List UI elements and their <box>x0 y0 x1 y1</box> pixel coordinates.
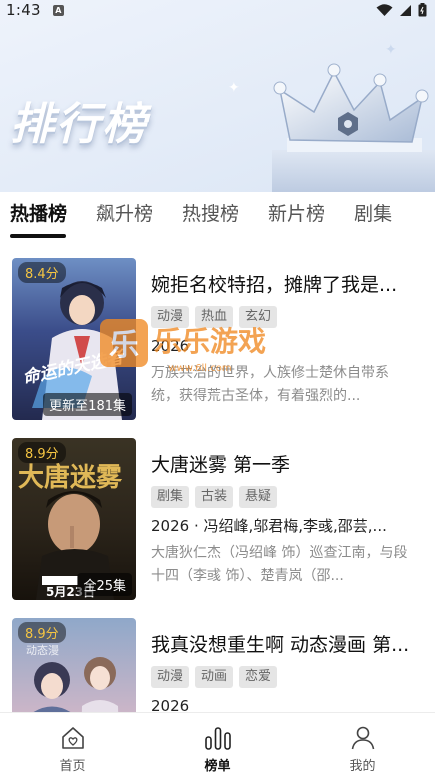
nav-ranking[interactable]: 榜单 <box>145 713 290 779</box>
active-tab-indicator <box>10 233 66 238</box>
poster-image[interactable]: 动态漫 8.9分 <box>12 618 136 712</box>
notification-icon: A <box>52 4 64 16</box>
crown-icon <box>272 63 435 192</box>
tab-hot-search[interactable]: 热搜榜 <box>182 199 239 232</box>
nav-home[interactable]: 首页 <box>0 713 145 779</box>
list-item[interactable]: 大唐迷雾 5月23日 8.9分 全25集 大唐迷雾 第一季 剧集 古装 悬疑 2… <box>0 438 435 603</box>
tag[interactable]: 动画 <box>195 666 234 688</box>
status-bar: 1:43 A <box>0 0 435 20</box>
chart-bars-icon <box>204 727 231 750</box>
tab-hot-play[interactable]: 热播榜 <box>10 199 68 238</box>
person-icon <box>351 726 374 750</box>
sparkle-icon: ✦ <box>228 80 240 96</box>
svg-text:乐: 乐 <box>109 328 139 363</box>
signal-icon <box>400 4 411 16</box>
tab-series[interactable]: 剧集 <box>354 199 392 232</box>
poster-image[interactable]: 大唐迷雾 5月23日 8.9分 全25集 <box>12 438 136 600</box>
watermark-text: 乐乐游戏 <box>154 325 266 358</box>
home-icon <box>61 727 84 749</box>
item-info: 我真没想重生啊 动态漫画 第... 动漫 动画 恋爱 2026 <box>151 618 416 712</box>
tab-label: 飙升榜 <box>96 202 154 225</box>
item-meta: 2026 · 冯绍峰,邬君梅,李彧,邵芸,... <box>151 517 387 535</box>
episodes-badge: 更新至181集 <box>43 393 132 416</box>
nav-label: 榜单 <box>204 759 231 774</box>
poster-title-art: 大唐迷雾 <box>18 462 123 493</box>
tab-label: 剧集 <box>354 202 393 225</box>
tag[interactable]: 古装 <box>195 486 234 508</box>
watermark-logo: 乐 乐乐游戏 www.6ll.com <box>100 319 266 374</box>
score-badge: 8.4分 <box>18 262 66 283</box>
tab-label: 热搜榜 <box>182 202 240 225</box>
banner-title: 排行榜 <box>10 99 148 150</box>
status-time: 1:43 <box>6 1 41 19</box>
tab-new[interactable]: 新片榜 <box>268 199 325 232</box>
score-badge: 8.9分 <box>18 622 66 643</box>
score-badge: 8.9分 <box>18 442 66 463</box>
nav-mine[interactable]: 我的 <box>290 713 435 779</box>
poster-title-art: 动态漫 <box>26 643 59 657</box>
item-title[interactable]: 大唐迷雾 第一季 <box>151 452 416 478</box>
ranking-tabs: 热播榜 飙升榜 热搜榜 新片榜 剧集 <box>0 192 435 238</box>
tag[interactable]: 悬疑 <box>239 486 278 508</box>
item-description: 大唐狄仁杰（冯绍峰 饰）巡查江南，与段十四（李彧 饰）、楚青岚（邵... <box>151 545 408 584</box>
tag[interactable]: 剧集 <box>151 486 190 508</box>
item-meta: 2026 <box>151 697 190 712</box>
item-title[interactable]: 婉拒名校特招，摊牌了我是... <box>151 272 416 298</box>
tab-label: 新片榜 <box>268 202 326 225</box>
nav-label: 首页 <box>59 759 86 774</box>
ranking-banner: ✦ ✦ ✦ 排行榜 <box>0 0 435 192</box>
tag[interactable]: 恋爱 <box>239 666 278 688</box>
tag-list: 动漫 动画 恋爱 <box>151 666 416 688</box>
item-title[interactable]: 我真没想重生啊 动态漫画 第... <box>151 632 416 658</box>
episodes-badge: 全25集 <box>77 573 132 596</box>
tab-label: 热播榜 <box>10 202 68 225</box>
tag-list: 剧集 古装 悬疑 <box>151 486 416 508</box>
bottom-navigation: 首页 榜单 我的 <box>0 712 435 779</box>
tag[interactable]: 动漫 <box>151 666 190 688</box>
watermark-url: www.6ll.com <box>168 363 231 374</box>
battery-icon <box>418 3 427 17</box>
tab-rising[interactable]: 飙升榜 <box>96 199 153 232</box>
wifi-icon <box>376 3 393 16</box>
list-item[interactable]: 动态漫 8.9分 我真没想重生啊 动态漫画 第... 动漫 动画 恋爱 2026 <box>0 618 435 712</box>
nav-label: 我的 <box>349 759 376 774</box>
item-info: 大唐迷雾 第一季 剧集 古装 悬疑 2026 · 冯绍峰,邬君梅,李彧,邵芸,.… <box>151 438 416 588</box>
